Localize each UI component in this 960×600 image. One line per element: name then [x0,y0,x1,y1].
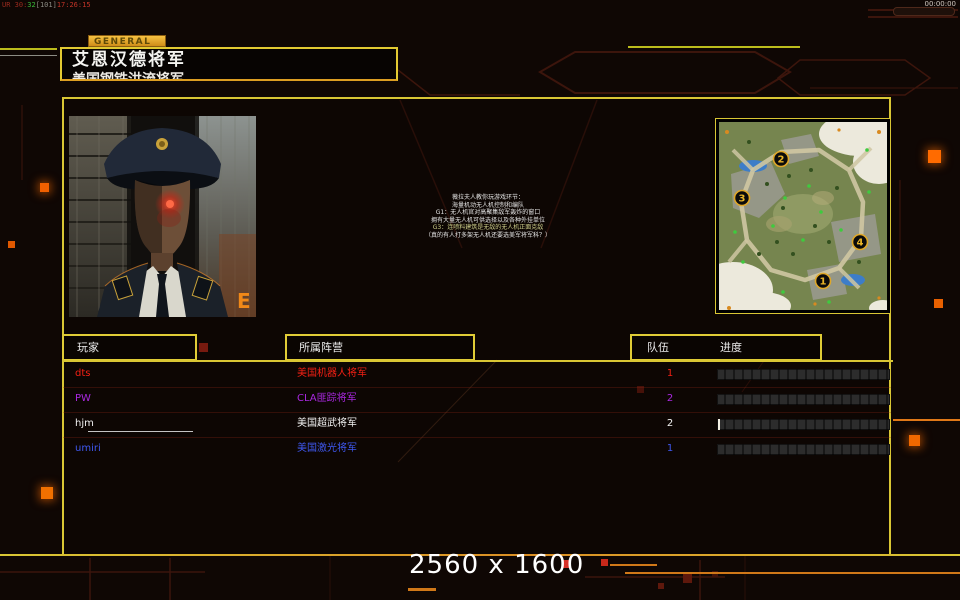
resolution-label: 2560 x 1600 [409,550,584,580]
accent-square [41,487,53,499]
accent-square [601,559,608,566]
accent-line [408,588,436,591]
minimap-start-number: 3 [739,194,746,205]
accent-square [934,299,943,308]
loading-screen: UR 30:32[101]17:26:15 00:00:00 GENERAL 艾… [0,0,960,600]
status-left-part: 17:26:15 [57,1,91,9]
accent-square [8,241,15,248]
column-header-team: 队伍 [647,336,669,359]
accent-square [658,583,664,589]
accent-line [610,564,657,566]
status-left-part: UR 30: [2,1,27,9]
general-portrait: E [69,116,256,317]
timer-pill [893,7,955,16]
accent-line [0,48,57,50]
briefing-line: G3：连喷料建筑是无敌的无人机正面克敌 [392,224,584,232]
general-tab: GENERAL [88,35,166,47]
svg-text:E: E [237,289,251,313]
status-left-part: 32 [27,1,35,9]
page-title: 艾恩汉德将军 [72,50,396,71]
briefing-line: G1：无人机官对高聚集敌军轰炸的窗口 [392,209,584,217]
status-left-part: [101] [36,1,57,9]
minimap: 2 3 4 1 [715,118,891,314]
accent-line [0,55,57,56]
page-subtitle-clipped: 美国钢铁洪流将军 [72,72,396,81]
briefing-line: （真的有人打多架无人机还要选美军将军科？） [392,232,584,240]
accent-line [625,572,960,574]
accent-square [928,150,941,163]
minimap-start-number: 4 [857,238,864,249]
accent-line [893,419,960,421]
status-text: UR 30:32[101]17:26:15 [2,1,91,9]
column-header-progress: 进度 [720,336,742,359]
briefing-line: 薇拉夫人教你玩游戏环节： [392,194,584,202]
title-box: 艾恩汉德将军 美国钢铁洪流将军 [60,47,398,81]
accent-square [909,435,920,446]
briefing-text: 薇拉夫人教你玩游戏环节： 海量机动无人机控制和编队 G1：无人机官对高聚集敌军轰… [392,194,584,240]
column-header-team-progress: 队伍 进度 [630,334,822,361]
column-header-player: 玩家 [62,334,197,361]
accent-square [40,183,49,192]
column-header-faction: 所属阵营 [285,334,475,361]
minimap-start-number: 1 [820,277,827,288]
minimap-start-number: 2 [778,155,785,166]
accent-line [628,46,800,48]
accent-square [683,574,692,583]
header-underline [62,360,893,362]
